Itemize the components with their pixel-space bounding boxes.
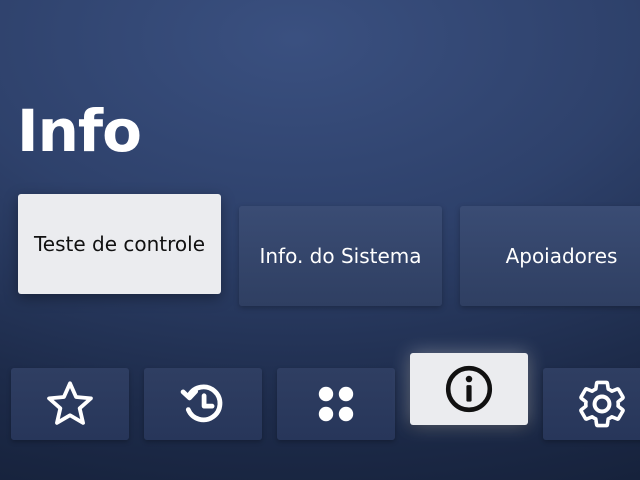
card-label: Teste de controle — [33, 232, 206, 256]
page-title: Info — [17, 97, 142, 165]
history-icon — [180, 384, 223, 423]
info-icon — [445, 365, 493, 413]
card-label: Apoiadores — [505, 244, 618, 268]
card-label: Info. do Sistema — [259, 244, 422, 268]
star-icon — [47, 381, 93, 425]
card-info-do-sistema[interactable]: Info. do Sistema — [239, 206, 442, 306]
card-teste-de-controle[interactable]: Teste de controle — [18, 194, 221, 294]
nav-info-button[interactable] — [410, 353, 528, 425]
nav-apps-button[interactable] — [277, 368, 395, 440]
nav-favorites-button[interactable] — [11, 368, 129, 440]
card-apoiadores[interactable]: Apoiadores — [460, 206, 640, 306]
gear-icon — [579, 380, 625, 428]
nav-history-button[interactable] — [144, 368, 262, 440]
apps-grid-icon — [318, 386, 354, 422]
nav-settings-button[interactable] — [543, 368, 640, 440]
